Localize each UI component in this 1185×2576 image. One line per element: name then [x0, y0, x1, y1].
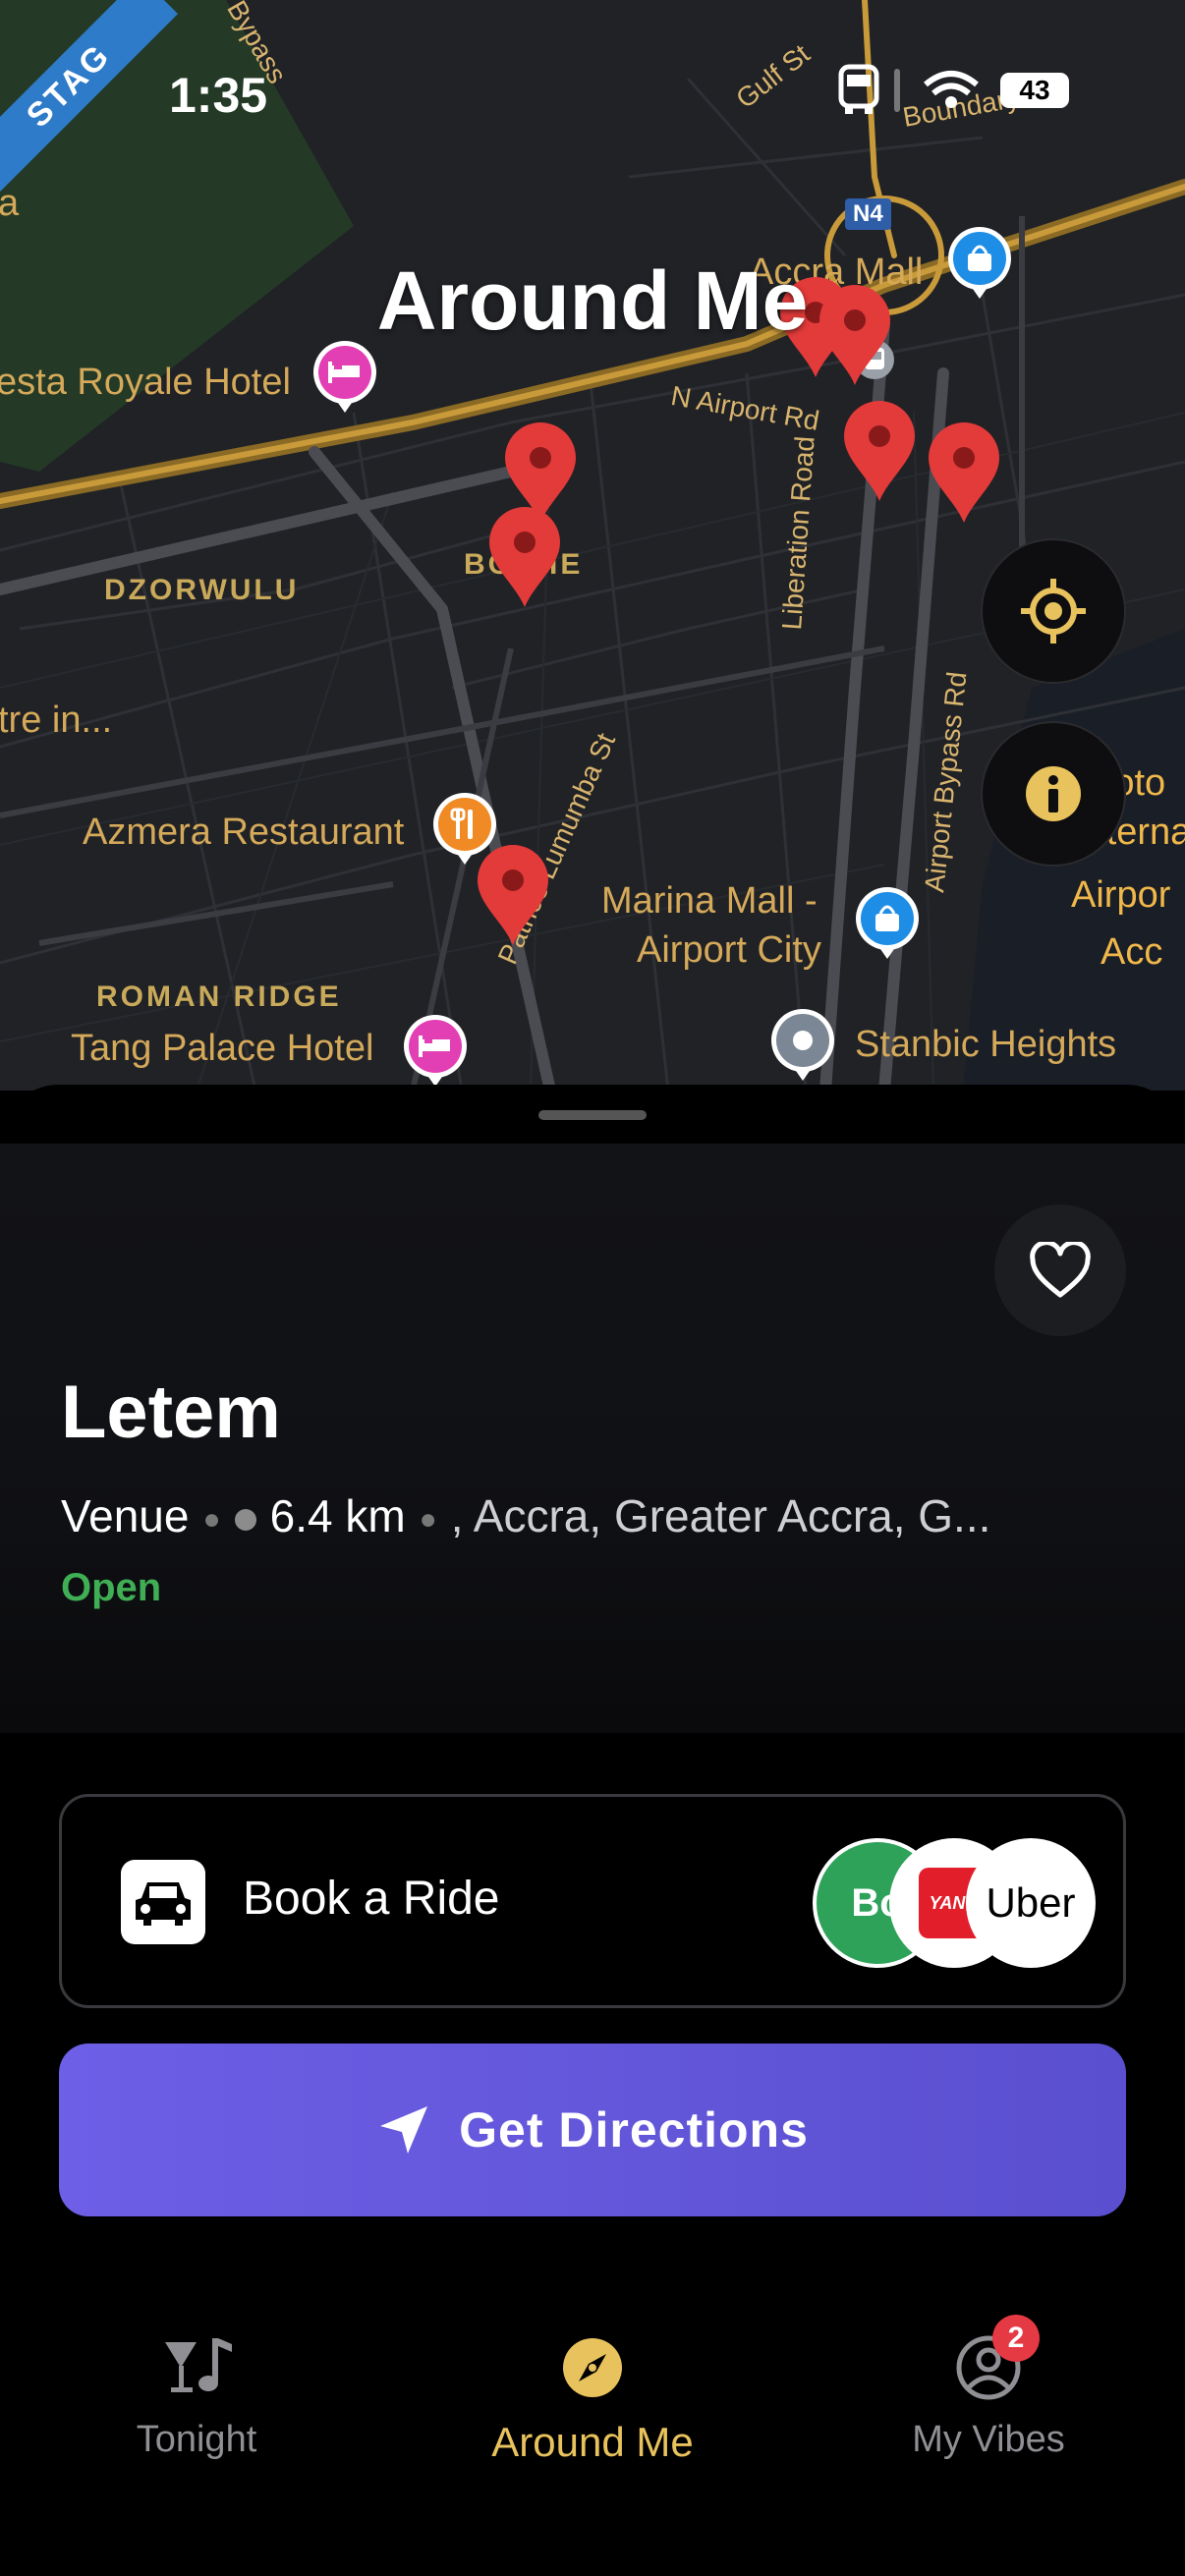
bottom-nav: Tonight Around Me 2 My Vibes: [0, 2289, 1185, 2576]
locate-me-button[interactable]: [981, 538, 1126, 684]
venue-address: , Accra, Greater Accra, G...: [450, 1490, 991, 1541]
uber-logo-text: Uber: [986, 1879, 1076, 1926]
map-label-marina-mall-2: Airport City: [637, 929, 821, 971]
battery-icon: 43: [1000, 73, 1069, 108]
venue-pin-icon[interactable]: [925, 420, 1003, 527]
battery-level: 43: [1019, 75, 1050, 105]
heart-icon: [1030, 1242, 1091, 1298]
venue-pin-icon[interactable]: [474, 843, 552, 949]
music-drink-icon: [165, 2338, 232, 2392]
venue-sheet[interactable]: Letem Venue ● 6.4 km ● , Accra, Greater Accr…: [0, 1085, 1185, 1733]
map-label-roman-ridge: ROMAN RIDGE: [96, 980, 342, 1013]
venue-meta: Venue ● 6.4 km ● , Accra, Greater Accra, G..…: [61, 1489, 1122, 1542]
drag-handle[interactable]: [538, 1110, 647, 1120]
shopping-poi-icon[interactable]: [853, 884, 922, 963]
compass-icon: [563, 2338, 622, 2397]
crosshair-icon: [1021, 579, 1086, 644]
venue-open-status: Open: [61, 1566, 162, 1609]
map-label-marina-mall-1: Marina Mall -: [601, 880, 818, 922]
status-icons: 43: [835, 63, 1081, 122]
place-poi-icon[interactable]: [768, 1006, 837, 1085]
separator-dot: ●: [202, 1502, 221, 1536]
book-ride-button[interactable]: Book a Ride Bo YANG Uber: [59, 1794, 1126, 2008]
distance-dot-icon: [234, 1508, 256, 1531]
map-label-fiesta-royale: esta Royale Hotel: [0, 362, 291, 403]
notification-badge: 2: [992, 2315, 1040, 2362]
map-base: [0, 0, 1185, 1091]
map-label-left-edge: a: [0, 183, 20, 224]
map-label-n4: N4: [845, 198, 891, 230]
book-ride-label: Book a Ride: [243, 1873, 500, 1925]
map-label-centre: tre in...: [0, 700, 113, 741]
page-title: Around Me: [376, 254, 809, 347]
nav-label-around-me: Around Me: [491, 2419, 694, 2465]
info-button[interactable]: [981, 721, 1126, 867]
nav-item-tonight[interactable]: Tonight: [49, 2328, 344, 2461]
map-label-dzorwulu: DZORWULU: [104, 574, 300, 606]
map-label-stanbic: Stanbic Heights: [855, 1024, 1117, 1065]
info-icon: [1026, 766, 1081, 821]
get-directions-button[interactable]: Get Directions: [59, 2044, 1126, 2216]
hotel-poi-icon[interactable]: [401, 1012, 470, 1091]
venue-type: Venue: [61, 1490, 190, 1541]
venue-distance: 6.4 km: [269, 1490, 406, 1541]
map-view[interactable]: on Bypass Gulf St Boundary Rd N4 Accra M…: [0, 0, 1185, 1091]
nav-item-my-vibes[interactable]: 2 My Vibes: [841, 2315, 1136, 2461]
uber-logo: Uber: [966, 1838, 1096, 1968]
get-directions-label: Get Directions: [459, 2102, 809, 2157]
nav-item-around-me[interactable]: Around Me: [445, 2328, 740, 2466]
map-label-tang-palace: Tang Palace Hotel: [71, 1028, 374, 1069]
navigation-arrow-icon: [380, 2106, 428, 2154]
car-icon: [121, 1860, 205, 1944]
nav-label-tonight: Tonight: [136, 2419, 257, 2460]
map-label-azmera: Azmera Restaurant: [83, 812, 405, 853]
venue-name: Letem: [61, 1371, 281, 1454]
map-label-kotoka-3: Airpor: [1071, 874, 1171, 916]
hotel-poi-icon[interactable]: [310, 338, 379, 417]
map-label-kotoka-4: Acc: [1100, 931, 1163, 973]
favorite-button[interactable]: [994, 1204, 1126, 1336]
car-icon-svg: [136, 1882, 191, 1926]
status-time: 1:35: [169, 68, 268, 123]
nav-label-my-vibes: My Vibes: [912, 2419, 1065, 2460]
separator-dot: ●: [419, 1502, 437, 1536]
venue-pin-icon[interactable]: [840, 399, 919, 505]
venue-pin-icon[interactable]: [485, 505, 564, 611]
